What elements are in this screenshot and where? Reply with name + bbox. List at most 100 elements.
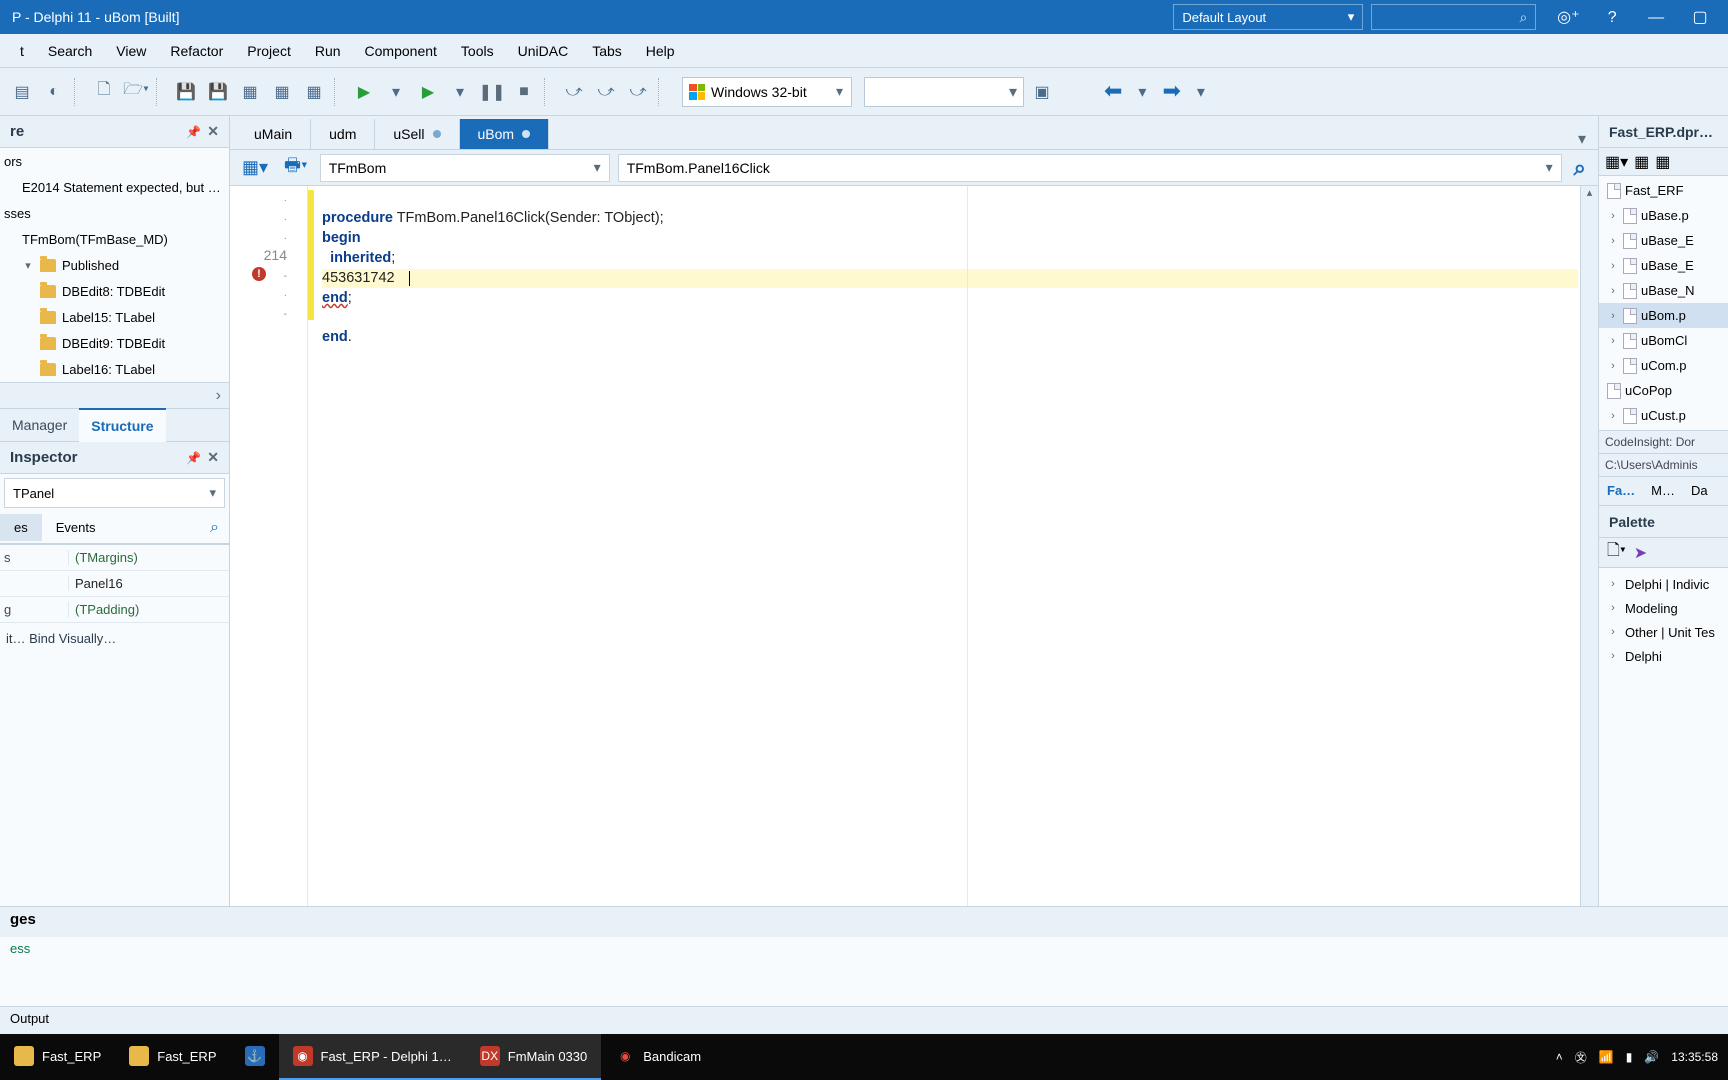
menu-item[interactable]: Project [235, 37, 303, 65]
toolbar-icon[interactable]: ▦▾ [1605, 152, 1628, 172]
right-tab[interactable]: Fa… [1599, 477, 1643, 505]
toolbar-icon[interactable]: ▦▾ [238, 157, 272, 178]
project-file[interactable]: ›uBase_N [1599, 278, 1728, 303]
clock[interactable]: 13:35:58 [1671, 1050, 1718, 1064]
layout-combo[interactable]: Default Layout ▾ [1173, 4, 1363, 30]
toolbar-button[interactable]: ▣ [1028, 78, 1056, 106]
method-combo[interactable]: TFmBom.Panel16Click▾ [618, 154, 1562, 182]
menu-item[interactable]: Tools [449, 37, 506, 65]
device-combo[interactable]: ▾ [864, 77, 1024, 107]
tray-overflow-icon[interactable]: ˄ [1556, 1050, 1563, 1064]
project-file[interactable]: ›uBase_E [1599, 253, 1728, 278]
save-icon[interactable]: 💾 [172, 78, 200, 106]
tree-row-error[interactable]: E2014 Statement expected, but … [0, 174, 229, 200]
property-row[interactable]: g (TPadding) [0, 597, 229, 623]
tab-events[interactable]: Events [42, 514, 110, 541]
inspector-component-combo[interactable]: TPanel ▾ [4, 478, 225, 508]
nav-fwd-dropdown[interactable]: ▾ [1187, 78, 1215, 106]
task-item[interactable]: Fast_ERP [115, 1034, 230, 1080]
nav-back-button[interactable]: ⬅ [1100, 78, 1126, 106]
pin-icon[interactable]: 📌 [180, 451, 207, 465]
task-item-active[interactable]: ◉Fast_ERP - Delphi 1… [279, 1034, 466, 1080]
ime-icon[interactable]: ㉆ [1575, 1049, 1587, 1066]
platform-combo[interactable]: Windows 32-bit ▾ [682, 77, 852, 107]
wifi-icon[interactable]: 📶 [1599, 1050, 1614, 1064]
code-editor[interactable]: · · · 214 - · - procedure TFmBom.Panel16… [230, 186, 1598, 980]
vertical-scrollbar[interactable]: ▴▾ [1580, 186, 1598, 980]
tabs-dropdown-icon[interactable]: ▾ [1566, 129, 1598, 149]
stop-button[interactable]: ■ [510, 78, 538, 106]
toolbar-icon[interactable]: 🖶▾ [280, 153, 312, 183]
step-icon[interactable]: ⤻ [592, 78, 620, 106]
menu-item[interactable]: Help [634, 37, 687, 65]
volume-icon[interactable]: 🔊 [1644, 1050, 1659, 1064]
project-file-selected[interactable]: ›uBom.p [1599, 303, 1728, 328]
project-file[interactable]: ›uCust.p [1599, 403, 1728, 428]
help-button[interactable]: ? [1592, 3, 1632, 33]
property-row[interactable]: s (TMargins) [0, 545, 229, 571]
toolbar-button[interactable]: ▦ [300, 78, 328, 106]
toolbar-icon[interactable]: ▦ [1655, 152, 1670, 172]
open-file-icon[interactable]: 🗁▾ [122, 78, 150, 106]
project-file[interactable]: ›uBase.p [1599, 203, 1728, 228]
palette-group[interactable]: ›Modeling [1599, 596, 1728, 620]
task-item-active[interactable]: DXFmMain 0330 [466, 1034, 601, 1080]
tree-row-member[interactable]: Label15: TLabel [0, 304, 229, 330]
save-all-icon[interactable]: 💾 [204, 78, 232, 106]
pin-icon[interactable]: 📌 [180, 125, 207, 139]
menu-item[interactable]: Search [36, 37, 104, 65]
messages-output-tab[interactable]: Output [0, 1006, 1728, 1034]
task-item[interactable]: Fast_ERP [0, 1034, 115, 1080]
tree-row-member[interactable]: Label16: TLabel [0, 356, 229, 382]
toolbar-button[interactable]: ◐ [40, 78, 68, 106]
ide-insight-icon[interactable]: ◎⁺ [1548, 2, 1588, 32]
messages-category[interactable]: ess [0, 937, 1728, 960]
editor-tab[interactable]: uMain [236, 119, 311, 149]
task-item[interactable]: ◉Bandicam [601, 1034, 715, 1080]
right-tab[interactable]: Da [1683, 477, 1716, 505]
code-content[interactable]: procedure TFmBom.Panel16Click(Sender: TO… [308, 186, 1580, 980]
run-without-debug-button[interactable]: ▶ [414, 78, 442, 106]
pause-button[interactable]: ❚❚ [478, 78, 506, 106]
palette-group[interactable]: ›Delphi [1599, 644, 1728, 668]
project-file[interactable]: Fast_ERF [1599, 178, 1728, 203]
tree-row-member[interactable]: DBEdit9: TDBEdit [0, 330, 229, 356]
run-dropdown[interactable]: ▾ [382, 78, 410, 106]
step-icon[interactable]: ⤻ [624, 78, 652, 106]
menu-item[interactable]: View [104, 37, 158, 65]
nav-back-dropdown[interactable]: ▾ [1128, 78, 1156, 106]
class-combo[interactable]: TFmBom▾ [320, 154, 610, 182]
search-icon[interactable]: ⌕ [210, 519, 229, 537]
tree-row-member[interactable]: DBEdit8: TDBEdit [0, 278, 229, 304]
editor-tab[interactable]: uSell [375, 119, 459, 149]
tree-row[interactable]: sses [0, 200, 229, 226]
search-icon[interactable]: ⌕ [1570, 155, 1590, 181]
tab-structure[interactable]: Structure [79, 408, 165, 442]
run-button[interactable]: ▶ [350, 78, 378, 106]
right-tab[interactable]: M… [1643, 477, 1683, 505]
toolbar-button[interactable]: ▤ [8, 78, 36, 106]
tree-row[interactable]: ▾Published [0, 252, 229, 278]
tab-manager[interactable]: Manager [0, 409, 79, 441]
task-item[interactable]: ⚓ [231, 1034, 279, 1080]
battery-icon[interactable]: ▮ [1626, 1050, 1633, 1064]
editor-tab[interactable]: udm [311, 119, 375, 149]
toolbar-icon[interactable]: ▦ [1634, 152, 1649, 172]
inspector-links[interactable]: it… Bind Visually… [0, 623, 229, 654]
property-row[interactable]: Panel16 [0, 571, 229, 597]
menu-item[interactable]: Component [353, 37, 449, 65]
ide-search-input[interactable]: ⌕ [1371, 4, 1536, 30]
tab-properties[interactable]: es [0, 514, 42, 541]
palette-group[interactable]: ›Other | Unit Tes [1599, 620, 1728, 644]
close-icon[interactable]: ✕ [207, 123, 219, 140]
menu-item[interactable]: Run [303, 37, 353, 65]
menu-item[interactable]: Refactor [158, 37, 235, 65]
project-file[interactable]: ›uCom.p [1599, 353, 1728, 378]
menu-item[interactable]: t [8, 37, 36, 65]
menu-item[interactable]: UniDAC [506, 37, 581, 65]
menu-item[interactable]: Tabs [580, 37, 634, 65]
project-file[interactable]: ›uBase_E [1599, 228, 1728, 253]
chevron-right-icon[interactable]: › [216, 387, 221, 405]
toolbar-icon[interactable]: 🗋▾ [1607, 539, 1626, 566]
run-dropdown-2[interactable]: ▾ [446, 78, 474, 106]
